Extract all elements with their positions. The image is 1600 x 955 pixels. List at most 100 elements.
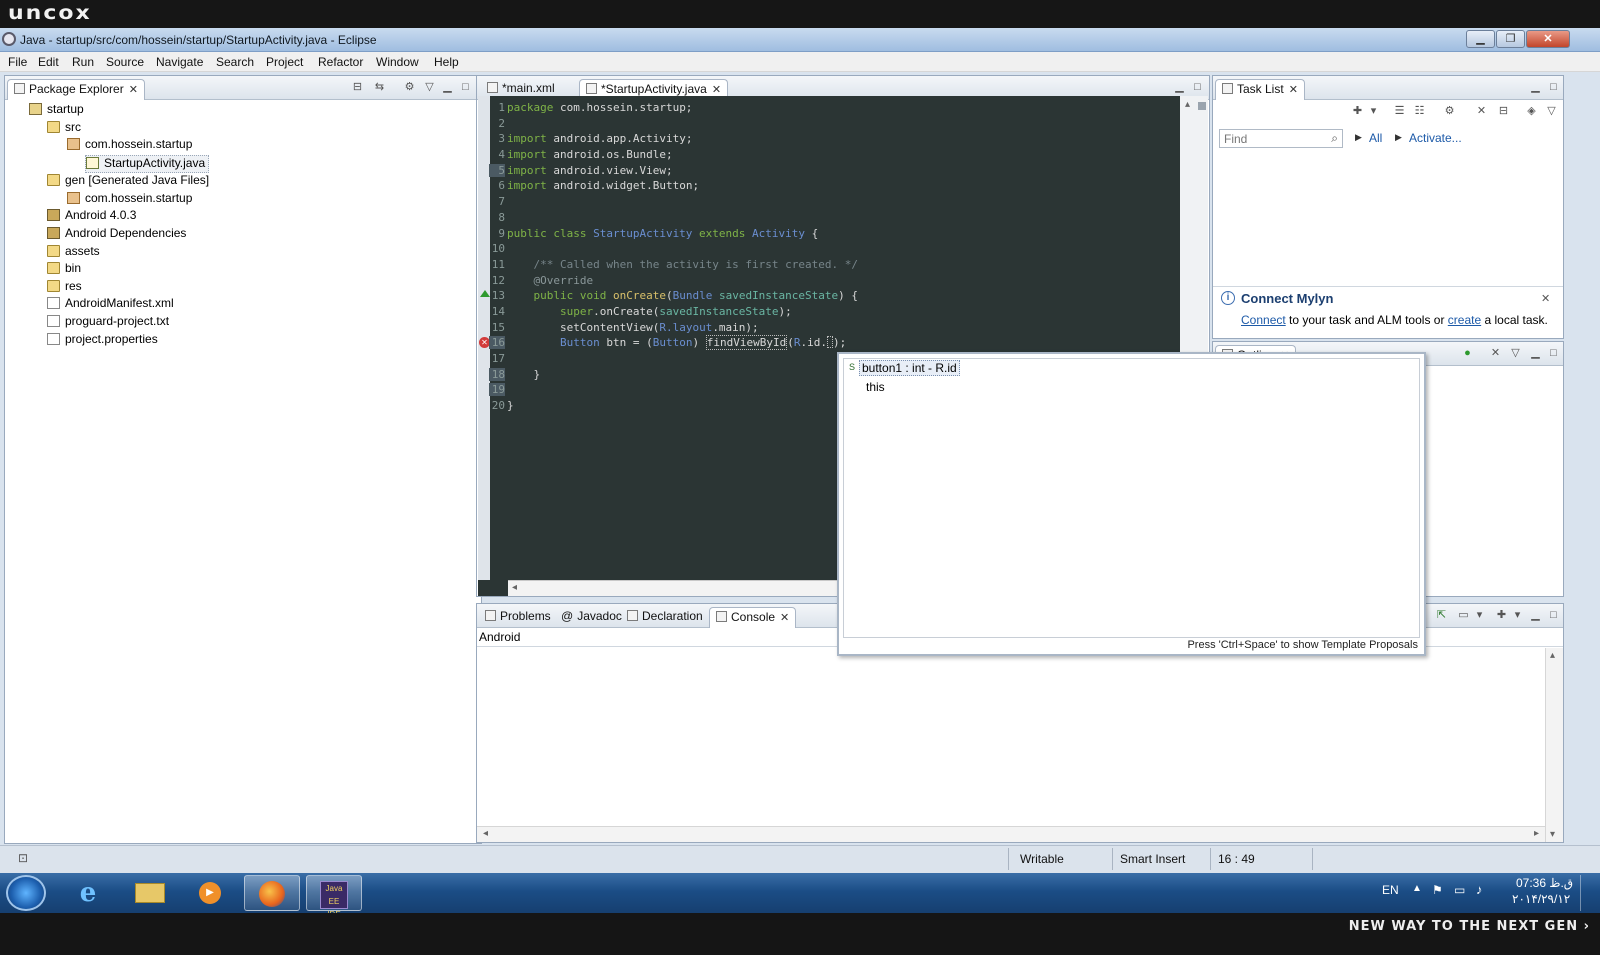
close-icon[interactable]: ✕	[712, 84, 721, 96]
proposal-item[interactable]: this	[866, 380, 885, 394]
menu-help[interactable]: Help	[434, 55, 459, 69]
close-icon[interactable]: ✕	[780, 612, 789, 624]
start-button[interactable]	[6, 875, 46, 911]
tab-declaration[interactable]: Declaration	[621, 607, 709, 628]
menu-refactor[interactable]: Refactor	[318, 55, 363, 69]
show-desktop-button[interactable]	[1580, 875, 1594, 911]
tree-item-android-lib[interactable]: Android 4.0.3	[47, 208, 136, 226]
minimize-window-button[interactable]: ▁	[1466, 30, 1495, 48]
tree-item-gen[interactable]: gen [Generated Java Files]	[47, 173, 209, 191]
menu-search[interactable]: Search	[216, 55, 254, 69]
activate-link[interactable]: Activate...	[1409, 131, 1462, 145]
tree-item-src[interactable]: src	[47, 120, 81, 138]
pin-console-icon[interactable]: ⇱	[1435, 610, 1448, 621]
collapse-all-icon[interactable]: ⊟	[1497, 106, 1510, 117]
tab-javadoc[interactable]: @ Javadoc	[555, 607, 628, 628]
tree-item-java-file[interactable]: StartupActivity.java	[85, 155, 210, 173]
tab-package-explorer[interactable]: Package Explorer ✕	[7, 79, 145, 100]
internet-explorer-icon[interactable]: e	[60, 875, 116, 911]
scroll-up-icon[interactable]: ▴	[1550, 650, 1555, 661]
tree-item-project[interactable]: startup	[29, 102, 84, 120]
minimize-icon[interactable]: ▁	[441, 82, 454, 93]
maximize-icon[interactable]: □	[459, 82, 472, 93]
minimize-icon[interactable]: ▁	[1529, 82, 1542, 93]
scroll-left-icon[interactable]: ◂	[483, 828, 488, 839]
connect-link[interactable]: Connect	[1241, 313, 1286, 327]
java-ee-ide-icon[interactable]: Java EEIDE	[306, 875, 362, 919]
maximize-icon[interactable]: □	[1547, 348, 1560, 359]
categorized-icon[interactable]: ☰	[1393, 106, 1406, 117]
show-hidden-icons-icon[interactable]: ▲	[1412, 883, 1422, 894]
all-link[interactable]: All	[1369, 131, 1382, 145]
scroll-left-icon[interactable]: ◂	[512, 582, 517, 593]
tab-console[interactable]: Console ✕	[709, 607, 797, 628]
maximize-window-button[interactable]: ❐	[1496, 30, 1525, 48]
hide-completed-icon[interactable]: ✕	[1475, 106, 1488, 117]
scroll-up-icon[interactable]: ▴	[1185, 99, 1190, 110]
media-player-icon[interactable]: ▶	[182, 875, 238, 911]
maximize-icon[interactable]: □	[1547, 82, 1560, 93]
menu-source[interactable]: Source	[106, 55, 144, 69]
search-icon[interactable]: ⌕	[1331, 131, 1338, 146]
proposal-item[interactable]: Sbutton1 : int - R.id	[849, 360, 960, 376]
clock-time[interactable]: 07:36 ق.ظ	[1516, 876, 1573, 890]
close-icon[interactable]: ✕	[1289, 84, 1298, 96]
tree-item-properties[interactable]: project.properties	[47, 332, 158, 350]
tree-item-proguard[interactable]: proguard-project.txt	[47, 314, 169, 332]
close-icon[interactable]: ✕	[1541, 292, 1550, 305]
menu-project[interactable]: Project	[266, 55, 303, 69]
minimize-icon[interactable]: ▁	[1173, 82, 1186, 93]
display-console-icon[interactable]: ▭	[1457, 610, 1470, 621]
menu-file[interactable]: File	[8, 55, 27, 69]
tree-item-package[interactable]: com.hossein.startup	[67, 137, 192, 155]
vertical-scrollbar[interactable]: ▴ ▾	[1545, 648, 1563, 842]
open-console-icon[interactable]: ✚	[1495, 610, 1508, 621]
maximize-icon[interactable]: □	[1191, 82, 1204, 93]
tree-item-bin[interactable]: bin	[47, 261, 81, 279]
language-indicator[interactable]: EN	[1382, 883, 1399, 897]
tree-item-res[interactable]: res	[47, 279, 82, 297]
minimize-icon[interactable]: ▁	[1529, 610, 1542, 621]
scroll-down-icon[interactable]: ▾	[1550, 829, 1555, 840]
menu-window[interactable]: Window	[376, 55, 419, 69]
view-menu-icon[interactable]: ▽	[1509, 348, 1522, 359]
tab-task-list[interactable]: Task List ✕	[1215, 79, 1305, 100]
tree-item-gen-package[interactable]: com.hossein.startup	[67, 191, 192, 209]
scroll-right-icon[interactable]: ▸	[1534, 828, 1539, 839]
dropdown-icon[interactable]: ▾	[1473, 610, 1486, 621]
dropdown-icon[interactable]: ▾	[1511, 610, 1524, 621]
fast-view-icon[interactable]: ⊡	[18, 851, 28, 865]
create-link[interactable]: create	[1448, 313, 1481, 327]
close-icon[interactable]: ✕	[129, 84, 138, 96]
scheduled-icon[interactable]: ☷	[1413, 106, 1426, 117]
collapse-all-icon[interactable]: ⊟	[351, 82, 364, 93]
hide-local-types-icon[interactable]: ✕	[1489, 348, 1502, 359]
menu-navigate[interactable]: Navigate	[156, 55, 203, 69]
minimize-icon[interactable]: ▁	[1529, 348, 1542, 359]
windows-explorer-icon[interactable]	[122, 875, 178, 911]
filter-icon[interactable]: ⚙	[403, 82, 416, 93]
menu-run[interactable]: Run	[72, 55, 94, 69]
dropdown-icon[interactable]: ▾	[1367, 106, 1380, 117]
proposal-list[interactable]: Sbutton1 : int - R.id this	[843, 358, 1420, 638]
clock-date[interactable]: ۲۰۱۴/۲۹/۱۲	[1512, 892, 1570, 906]
tree-item-android-deps[interactable]: Android Dependencies	[47, 226, 186, 244]
new-task-icon[interactable]: ✚	[1351, 106, 1364, 117]
volume-icon[interactable]: ♪	[1476, 882, 1483, 897]
horizontal-scrollbar[interactable]: ◂ ▸	[477, 826, 1545, 842]
close-window-button[interactable]: ✕	[1526, 30, 1570, 48]
view-menu-icon[interactable]: ▽	[423, 82, 436, 93]
maximize-icon[interactable]: □	[1547, 610, 1560, 621]
focus-icon[interactable]: ◈	[1525, 106, 1538, 117]
firefox-icon[interactable]	[244, 875, 300, 911]
hide-non-public-icon[interactable]: ●	[1461, 348, 1474, 359]
network-icon[interactable]: ▭	[1454, 883, 1465, 897]
tree-item-assets[interactable]: assets	[47, 244, 100, 262]
tab-problems[interactable]: Problems	[479, 607, 557, 628]
action-center-flag-icon[interactable]: ⚑	[1432, 883, 1443, 897]
link-with-editor-icon[interactable]: ⇆	[373, 82, 386, 93]
tree-item-manifest[interactable]: AndroidManifest.xml	[47, 296, 174, 314]
sync-icon[interactable]: ⚙	[1443, 106, 1456, 117]
menu-edit[interactable]: Edit	[38, 55, 59, 69]
view-menu-icon[interactable]: ▽	[1545, 106, 1558, 117]
